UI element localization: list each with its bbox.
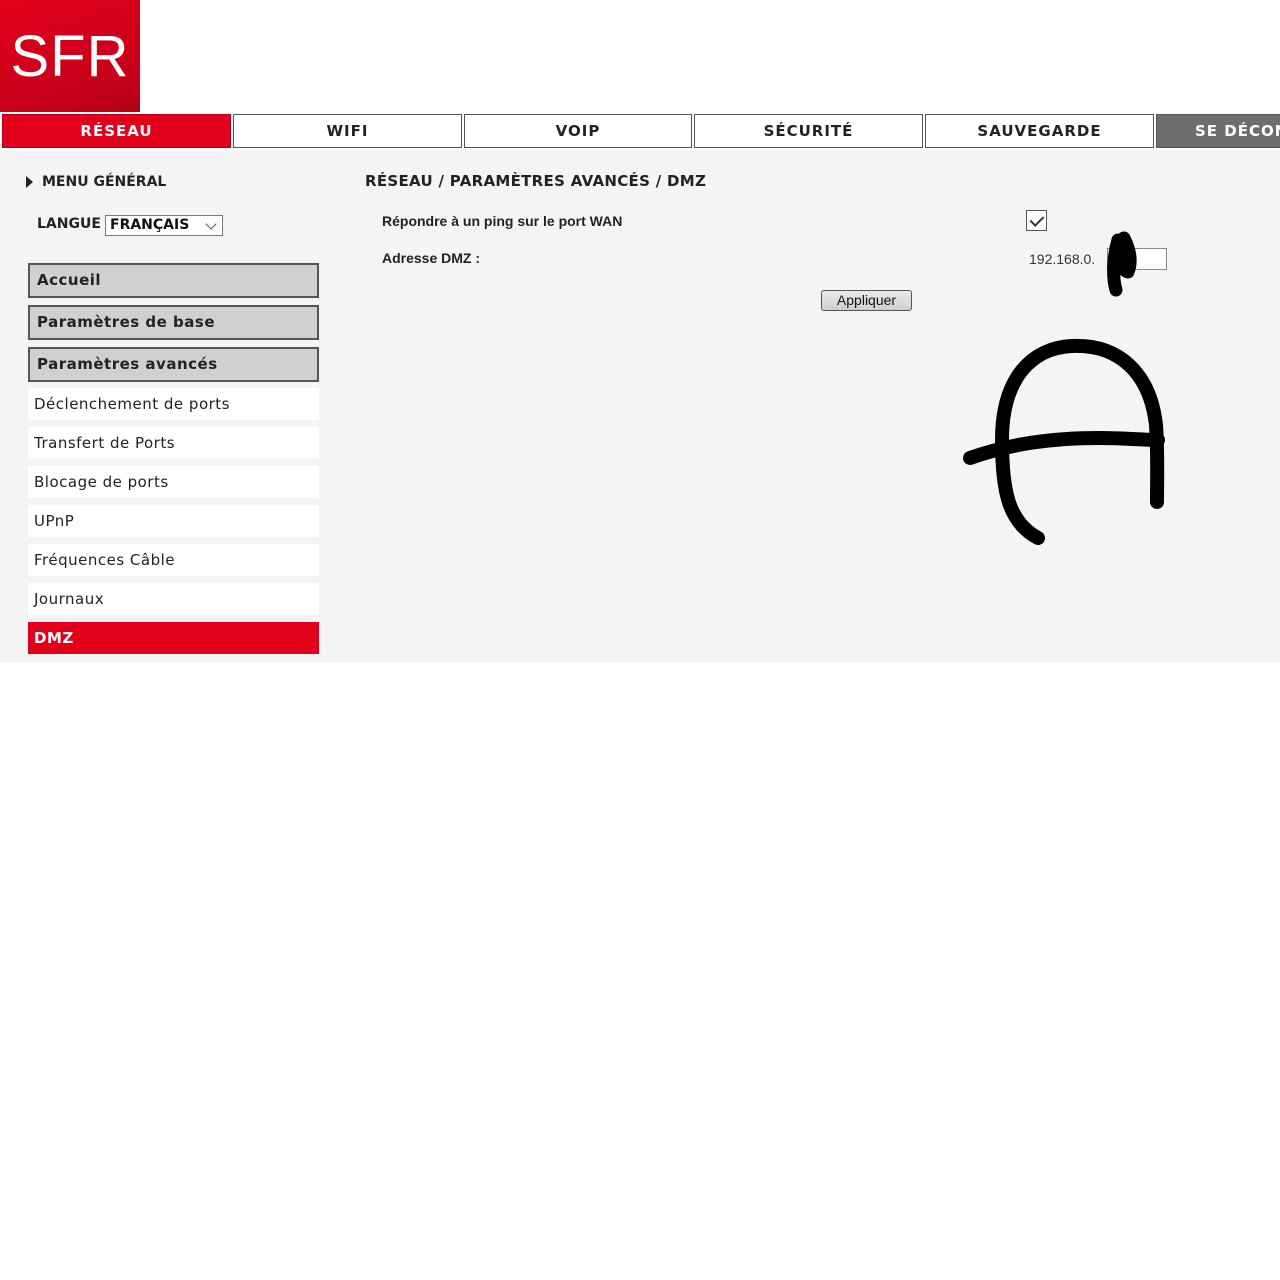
handwritten-annotation bbox=[963, 231, 1165, 545]
